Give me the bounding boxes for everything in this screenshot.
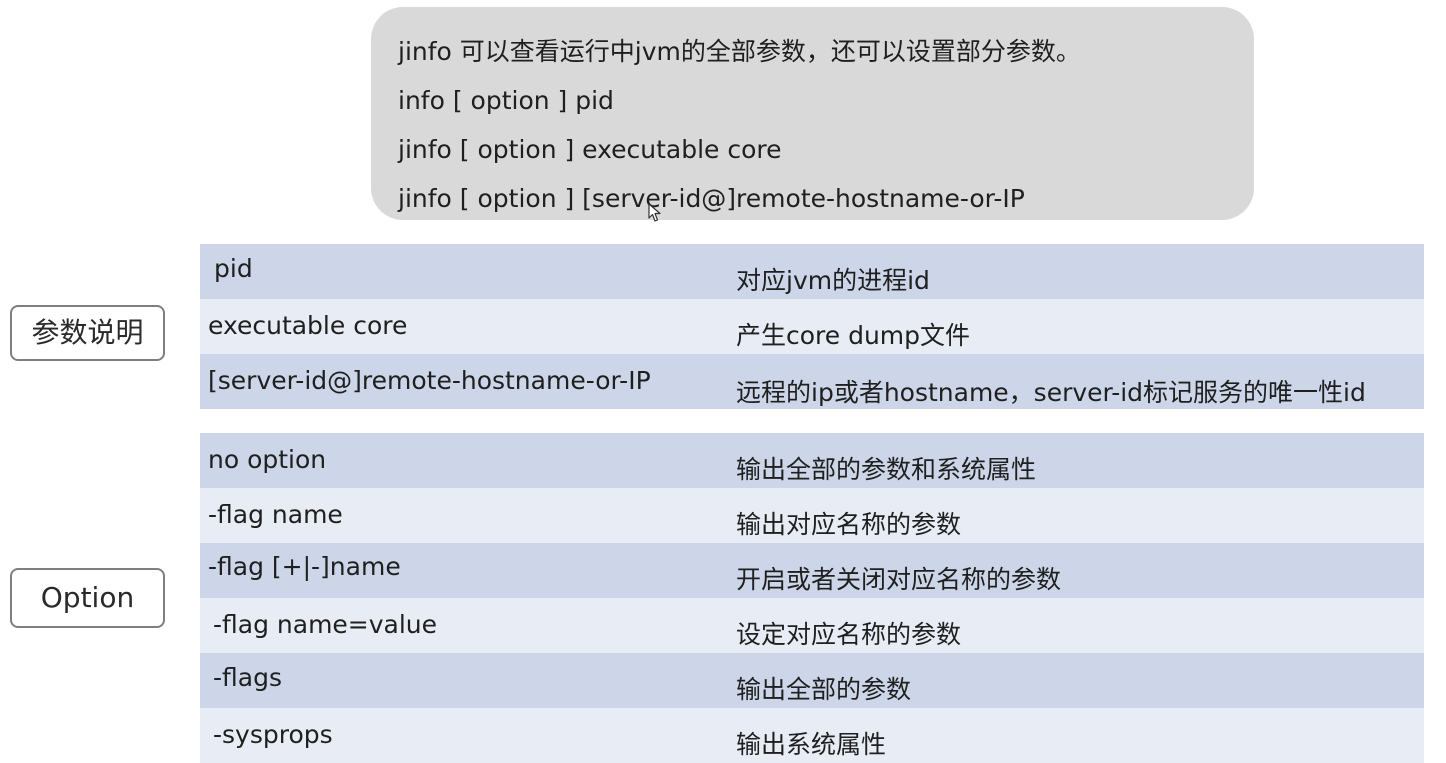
option-name: -flag [+|-]name	[208, 552, 401, 581]
intro-line-syntax-pid: info [ option ] pid	[398, 86, 614, 115]
mouse-pointer-icon	[648, 203, 661, 222]
table-row: -flags 输出全部的参数	[200, 653, 1424, 708]
param-description: 产生core dump文件	[736, 321, 971, 350]
table-row: executable core 产生core dump文件	[200, 299, 1424, 354]
option-description: 输出全部的参数	[736, 675, 912, 704]
option-name: no option	[208, 445, 327, 474]
option-table: no option 输出全部的参数和系统属性 -flag name 输出对应名称…	[200, 433, 1424, 763]
intro-line-syntax-remote: jinfo [ option ] [server-id@]remote-host…	[398, 184, 1025, 213]
table-row: no option 输出全部的参数和系统属性	[200, 433, 1424, 488]
option-description: 输出对应名称的参数	[736, 510, 962, 539]
params-table: pid 对应jvm的进程id executable core 产生core du…	[200, 244, 1424, 409]
intro-box: jinfo 可以查看运行中jvm的全部参数，还可以设置部分参数。 info [ …	[371, 7, 1254, 220]
param-name: [server-id@]remote-hostname-or-IP	[208, 366, 651, 395]
param-description: 对应jvm的进程id	[736, 266, 930, 295]
param-name: pid	[214, 254, 253, 283]
table-row: pid 对应jvm的进程id	[200, 244, 1424, 299]
option-section-label: Option	[10, 568, 165, 628]
table-row: [server-id@]remote-hostname-or-IP 远程的ip或…	[200, 354, 1424, 409]
option-name: -flag name	[208, 500, 343, 529]
option-description: 输出系统属性	[736, 730, 887, 759]
option-name: -flags	[213, 663, 282, 692]
option-name: -sysprops	[213, 720, 333, 749]
table-row: -flag name=value 设定对应名称的参数	[200, 598, 1424, 653]
option-description: 设定对应名称的参数	[736, 620, 962, 649]
table-row: -sysprops 输出系统属性	[200, 708, 1424, 763]
option-name: -flag name=value	[213, 610, 438, 639]
intro-line-syntax-core: jinfo [ option ] executable core	[398, 135, 782, 164]
intro-line-description: jinfo 可以查看运行中jvm的全部参数，还可以设置部分参数。	[398, 37, 1081, 66]
param-name: executable core	[208, 311, 408, 340]
option-description: 输出全部的参数和系统属性	[736, 455, 1037, 484]
params-section-label: 参数说明	[10, 305, 165, 361]
table-row: -flag name 输出对应名称的参数	[200, 488, 1424, 543]
table-row: -flag [+|-]name 开启或者关闭对应名称的参数	[200, 543, 1424, 598]
option-description: 开启或者关闭对应名称的参数	[736, 565, 1062, 594]
param-description: 远程的ip或者hostname，server-id标记服务的唯一性id	[736, 378, 1366, 407]
